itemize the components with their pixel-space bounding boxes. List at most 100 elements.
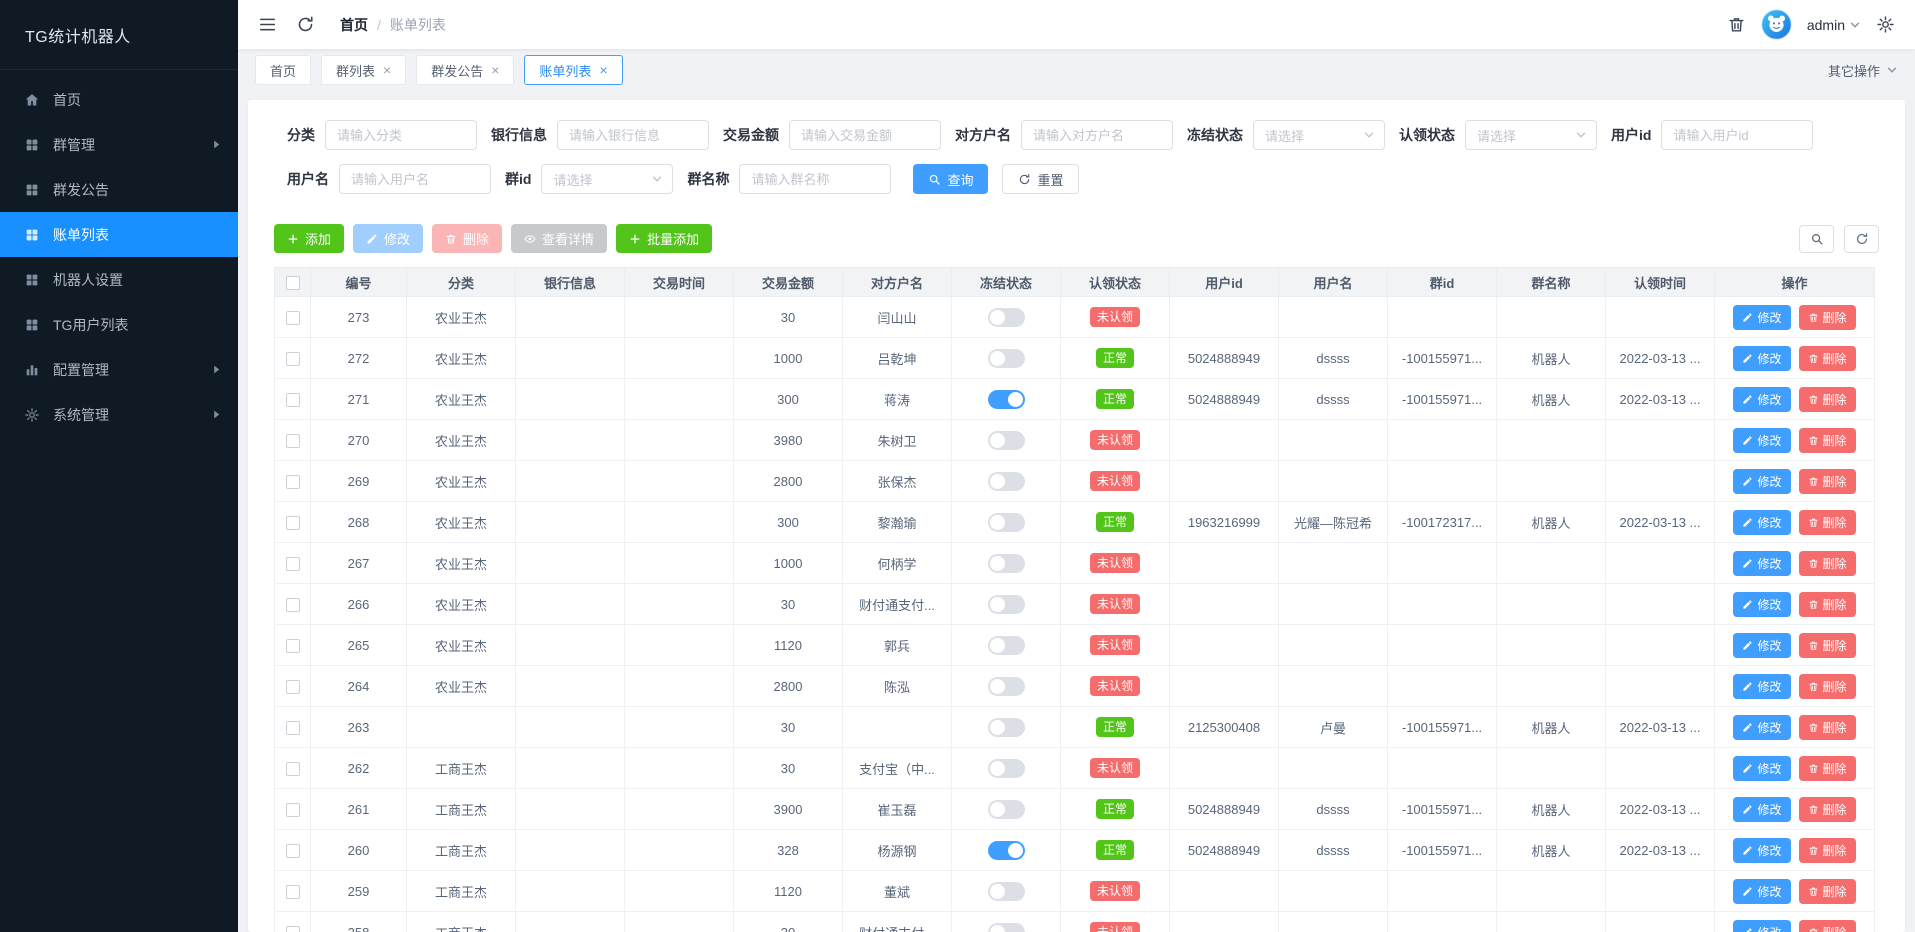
row-checkbox[interactable] bbox=[285, 351, 300, 366]
edit-button[interactable]: 修改 bbox=[353, 224, 424, 253]
breadcrumb-home[interactable]: 首页 bbox=[340, 15, 368, 35]
trash-icon[interactable] bbox=[1727, 15, 1746, 34]
filter-category-input[interactable] bbox=[325, 120, 477, 150]
filter-group-id-select[interactable]: 请选择 bbox=[541, 164, 674, 194]
row-delete-button[interactable]: 删除 bbox=[1798, 919, 1856, 932]
add-button[interactable]: 添加 bbox=[274, 224, 345, 253]
frozen-toggle[interactable] bbox=[987, 840, 1025, 860]
frozen-toggle[interactable] bbox=[987, 635, 1025, 655]
frozen-toggle[interactable] bbox=[987, 512, 1025, 532]
close-icon[interactable]: × bbox=[383, 63, 391, 77]
frozen-toggle[interactable] bbox=[987, 676, 1025, 696]
row-edit-button[interactable]: 修改 bbox=[1733, 632, 1791, 658]
delete-button[interactable]: 删除 bbox=[432, 224, 503, 253]
filter-bank-info-input[interactable] bbox=[557, 120, 709, 150]
row-edit-button[interactable]: 修改 bbox=[1733, 919, 1791, 932]
row-checkbox[interactable] bbox=[285, 515, 300, 530]
row-edit-button[interactable]: 修改 bbox=[1733, 345, 1791, 371]
filter-user-id-input[interactable] bbox=[1661, 120, 1814, 150]
row-checkbox[interactable] bbox=[285, 392, 300, 407]
row-edit-button[interactable]: 修改 bbox=[1733, 591, 1791, 617]
menu-fold-icon[interactable] bbox=[258, 15, 277, 34]
row-delete-button[interactable]: 删除 bbox=[1798, 591, 1856, 617]
filter-counterparty-input[interactable] bbox=[1021, 120, 1173, 150]
close-icon[interactable]: × bbox=[599, 63, 607, 77]
filter-amount-input[interactable] bbox=[789, 120, 941, 150]
gear-icon[interactable] bbox=[1876, 15, 1895, 34]
row-delete-button[interactable]: 删除 bbox=[1798, 714, 1856, 740]
filter-claim-status-select[interactable]: 请选择 bbox=[1465, 120, 1597, 150]
row-edit-button[interactable]: 修改 bbox=[1733, 837, 1791, 863]
reset-button[interactable]: 重置 bbox=[1002, 164, 1080, 194]
refresh-icon[interactable] bbox=[296, 15, 315, 34]
row-checkbox[interactable] bbox=[285, 310, 300, 325]
filter-frozen-status-select[interactable]: 请选择 bbox=[1253, 120, 1385, 150]
sidebar-item-home[interactable]: 首页 bbox=[0, 77, 238, 122]
tab-bill-list[interactable]: 账单列表 × bbox=[524, 55, 623, 85]
row-delete-button[interactable]: 删除 bbox=[1798, 427, 1856, 453]
frozen-toggle[interactable] bbox=[987, 594, 1025, 614]
avatar[interactable] bbox=[1761, 9, 1792, 40]
row-edit-button[interactable]: 修改 bbox=[1733, 386, 1791, 412]
row-checkbox[interactable] bbox=[285, 843, 300, 858]
close-icon[interactable]: × bbox=[491, 63, 499, 77]
frozen-toggle[interactable] bbox=[987, 553, 1025, 573]
select-all-checkbox[interactable] bbox=[285, 275, 300, 290]
row-delete-button[interactable]: 删除 bbox=[1798, 304, 1856, 330]
row-checkbox[interactable] bbox=[285, 638, 300, 653]
sidebar-item-tg-user-list[interactable]: TG用户列表 bbox=[0, 302, 238, 347]
filter-user-name-input[interactable] bbox=[339, 164, 491, 194]
row-delete-button[interactable]: 删除 bbox=[1798, 386, 1856, 412]
frozen-toggle[interactable] bbox=[987, 717, 1025, 737]
row-delete-button[interactable]: 删除 bbox=[1798, 509, 1856, 535]
sidebar-item-group-manage[interactable]: 群管理 bbox=[0, 122, 238, 167]
row-checkbox[interactable] bbox=[285, 761, 300, 776]
row-delete-button[interactable]: 删除 bbox=[1798, 837, 1856, 863]
row-checkbox[interactable] bbox=[285, 925, 300, 932]
row-delete-button[interactable]: 删除 bbox=[1798, 796, 1856, 822]
row-edit-button[interactable]: 修改 bbox=[1733, 427, 1791, 453]
sidebar-item-robot-settings[interactable]: 机器人设置 bbox=[0, 257, 238, 302]
row-delete-button[interactable]: 删除 bbox=[1798, 673, 1856, 699]
query-button[interactable]: 查询 bbox=[913, 164, 989, 194]
tab-home[interactable]: 首页 bbox=[255, 55, 312, 85]
row-edit-button[interactable]: 修改 bbox=[1733, 550, 1791, 576]
row-edit-button[interactable]: 修改 bbox=[1733, 468, 1791, 494]
row-delete-button[interactable]: 删除 bbox=[1798, 468, 1856, 494]
user-menu[interactable]: admin bbox=[1807, 17, 1861, 33]
row-checkbox[interactable] bbox=[285, 720, 300, 735]
frozen-toggle[interactable] bbox=[987, 922, 1025, 932]
batch-add-button[interactable]: 批量添加 bbox=[616, 224, 713, 253]
row-checkbox[interactable] bbox=[285, 433, 300, 448]
tab-group-broadcast[interactable]: 群发公告 × bbox=[416, 55, 515, 85]
row-checkbox[interactable] bbox=[285, 802, 300, 817]
sidebar-item-config-manage[interactable]: 配置管理 bbox=[0, 347, 238, 392]
view-detail-button[interactable]: 查看详情 bbox=[511, 224, 608, 253]
row-checkbox[interactable] bbox=[285, 597, 300, 612]
row-edit-button[interactable]: 修改 bbox=[1733, 673, 1791, 699]
frozen-toggle[interactable] bbox=[987, 758, 1025, 778]
row-checkbox[interactable] bbox=[285, 556, 300, 571]
row-edit-button[interactable]: 修改 bbox=[1733, 796, 1791, 822]
row-delete-button[interactable]: 删除 bbox=[1798, 345, 1856, 371]
row-edit-button[interactable]: 修改 bbox=[1733, 878, 1791, 904]
table-search-button[interactable] bbox=[1799, 224, 1834, 253]
row-checkbox[interactable] bbox=[285, 679, 300, 694]
frozen-toggle[interactable] bbox=[987, 389, 1025, 409]
table-refresh-button[interactable] bbox=[1844, 224, 1879, 253]
row-delete-button[interactable]: 删除 bbox=[1798, 755, 1856, 781]
row-edit-button[interactable]: 修改 bbox=[1733, 755, 1791, 781]
row-edit-button[interactable]: 修改 bbox=[1733, 304, 1791, 330]
frozen-toggle[interactable] bbox=[987, 307, 1025, 327]
sidebar-item-system-manage[interactable]: 系统管理 bbox=[0, 392, 238, 437]
tab-group-list[interactable]: 群列表 × bbox=[321, 55, 407, 85]
sidebar-item-bill-list[interactable]: 账单列表 bbox=[0, 212, 238, 257]
row-edit-button[interactable]: 修改 bbox=[1733, 714, 1791, 740]
row-delete-button[interactable]: 删除 bbox=[1798, 550, 1856, 576]
row-checkbox[interactable] bbox=[285, 884, 300, 899]
frozen-toggle[interactable] bbox=[987, 799, 1025, 819]
row-delete-button[interactable]: 删除 bbox=[1798, 632, 1856, 658]
more-actions-dropdown[interactable]: 其它操作 bbox=[1828, 61, 1898, 80]
frozen-toggle[interactable] bbox=[987, 471, 1025, 491]
sidebar-item-group-broadcast[interactable]: 群发公告 bbox=[0, 167, 238, 212]
